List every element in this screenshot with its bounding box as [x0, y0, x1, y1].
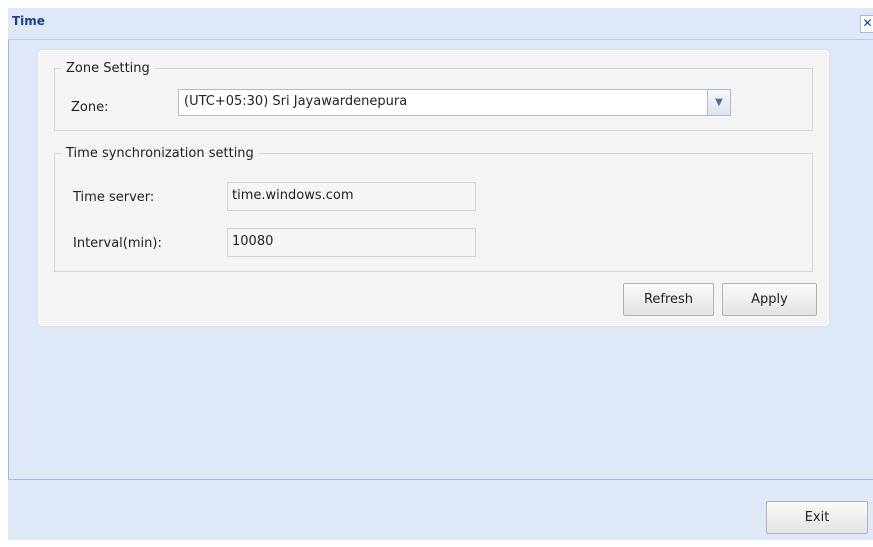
footer-bar: Exit: [8, 480, 873, 540]
refresh-button[interactable]: Refresh: [623, 283, 714, 316]
zone-setting-group: Zone Setting Zone: (UTC+05:30) Sri Jayaw…: [54, 61, 813, 131]
title-bar[interactable]: Time ✕: [8, 8, 873, 40]
chevron-down-icon[interactable]: ▼: [707, 90, 730, 115]
exit-button[interactable]: Exit: [766, 501, 868, 534]
zone-select[interactable]: (UTC+05:30) Sri Jayawardenepura ▼: [178, 89, 731, 116]
time-sync-group: Time synchronization setting Time server…: [54, 146, 813, 272]
interval-label: Interval(min):: [73, 236, 162, 251]
time-server-field[interactable]: time.windows.com: [227, 182, 476, 211]
zone-select-value: (UTC+05:30) Sri Jayawardenepura: [184, 94, 408, 109]
close-icon[interactable]: ✕: [860, 15, 873, 33]
settings-panel: Zone Setting Zone: (UTC+05:30) Sri Jayaw…: [38, 50, 829, 326]
window-title: Time: [12, 14, 45, 28]
time-window: Time ✕ Zone Setting Zone: (UTC+05:30) Sr…: [8, 8, 873, 540]
zone-label: Zone:: [71, 100, 109, 115]
window-body: Zone Setting Zone: (UTC+05:30) Sri Jayaw…: [8, 40, 873, 480]
interval-field[interactable]: 10080: [227, 228, 476, 257]
time-sync-legend: Time synchronization setting: [66, 146, 254, 161]
time-server-label: Time server:: [73, 190, 155, 205]
zone-setting-legend: Zone Setting: [66, 61, 150, 76]
apply-button[interactable]: Apply: [722, 283, 817, 316]
